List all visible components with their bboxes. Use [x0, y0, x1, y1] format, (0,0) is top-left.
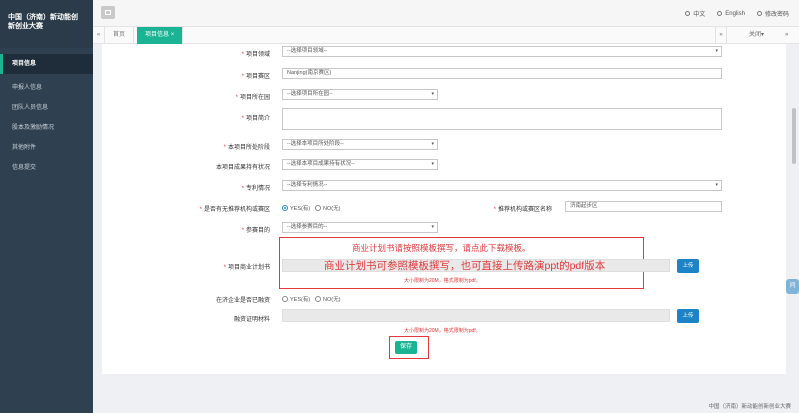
lang-en-link[interactable]: English: [717, 9, 745, 18]
holding-label: 本项目成果持有状况: [215, 165, 270, 171]
bp-template-link[interactable]: 商业计划书请按照模板撰写，请点此下载模板。: [352, 242, 531, 254]
sidebar-item-team-members[interactable]: 团队人员信息: [0, 98, 93, 118]
radio-unchecked-icon: [315, 205, 321, 211]
tab-project-info-label: 项目信息: [145, 32, 170, 38]
recommend-org-label: * 推荐机构或赛区名称: [493, 207, 552, 213]
tab-scroll-right-button[interactable]: »: [785, 27, 788, 44]
bp-upload-button[interactable]: 上传: [677, 259, 699, 273]
sidebar-item-other-attachments[interactable]: 其他附件: [0, 138, 93, 158]
bp-note: 商业计划书可参照模板撰写，也可直接上传路演ppt的pdf版本: [324, 260, 606, 272]
purpose-select[interactable]: --选择参赛目的-- ▾: [282, 222, 438, 233]
brand-line-2: 新创业大赛: [8, 23, 43, 30]
tab-home[interactable]: 首页: [105, 27, 135, 44]
brand-line-1: 中国（济南）新动能创: [8, 14, 78, 21]
scrollbar-thumb[interactable]: [792, 108, 796, 164]
financing-yes-radio[interactable]: YES(有): [282, 295, 310, 303]
financing-label: 在济企业是否已融资: [215, 298, 270, 304]
proof-size-hint: 大小限制为20M，格式限制为pdf。: [404, 328, 481, 334]
help-float-icon[interactable]: 问: [786, 279, 799, 294]
lock-icon: [756, 11, 762, 16]
financing-no-radio[interactable]: NO(无): [315, 295, 340, 303]
recommend-org-input[interactable]: 济南起步区: [565, 201, 722, 212]
holding-select[interactable]: --选择本项目成果持有状况-- ▾: [282, 159, 438, 170]
sidebar-toggle-button[interactable]: [101, 6, 115, 19]
location-select[interactable]: --选择项目所在园-- ▾: [282, 89, 438, 100]
close-icon[interactable]: ×: [171, 32, 175, 38]
field-label: * 项目领域: [241, 52, 270, 58]
recommend-no-radio[interactable]: NO(无): [315, 204, 340, 212]
page-scrollbar[interactable]: [792, 44, 796, 374]
lang-cn-link[interactable]: 中文: [685, 9, 705, 18]
tab-project-info[interactable]: 项目信息 ×: [137, 27, 184, 44]
tab-prev-button[interactable]: «: [93, 27, 105, 44]
patent-label: * 专利情况: [241, 186, 270, 192]
recommend-label: * 是否有无推荐机构或赛区: [199, 207, 270, 213]
region-label: * 项目赛区: [241, 74, 270, 80]
field-select[interactable]: --选择项目领域-- ▾: [282, 46, 722, 57]
proof-file-box[interactable]: [282, 309, 670, 322]
proof-label: 融资证明材料: [233, 317, 270, 323]
tab-bar: « 首页 项目信息 × » 关闭▾ »: [93, 27, 799, 44]
close-tabs-menu[interactable]: 关闭▾: [749, 27, 764, 44]
sidebar-item-project-info[interactable]: 项目信息: [0, 54, 93, 74]
radio-unchecked-icon: [315, 296, 321, 302]
intro-label: * 项目简介: [241, 116, 270, 122]
sidebar: 中国（济南）新动能创 新创业大赛 项目信息 申报人信息 团队人员信息 股本及激励…: [0, 0, 93, 413]
change-password-label: 修改密码: [764, 12, 789, 18]
proof-upload-button[interactable]: 上传: [677, 309, 699, 323]
brand: 中国（济南）新动能创 新创业大赛: [0, 0, 93, 48]
top-bar: 中文 English 修改密码: [93, 0, 799, 27]
sidebar-item-equity-incentive[interactable]: 股本及激励情况: [0, 118, 93, 138]
globe-icon: [717, 11, 723, 16]
radio-unchecked-icon: [282, 296, 288, 302]
bp-label: * 项目商业计划书: [223, 265, 270, 271]
lang-en-label: English: [725, 10, 745, 17]
region-select[interactable]: Nanjing(南京赛区): [282, 68, 722, 79]
sidebar-item-submit-info[interactable]: 信息提交: [0, 158, 93, 178]
radio-checked-icon: [282, 205, 288, 211]
location-label: * 项目所在园: [235, 95, 270, 101]
change-password-link[interactable]: 修改密码: [756, 9, 789, 18]
globe-icon: [685, 11, 691, 16]
purpose-label: * 参赛目的: [241, 228, 270, 234]
bp-size-hint: 大小限制为20M，格式限制为pdf。: [404, 278, 481, 284]
sidebar-item-applicant-info[interactable]: 申报人信息: [0, 78, 93, 98]
intro-textarea[interactable]: [282, 108, 722, 130]
tab-next-button[interactable]: »: [715, 27, 727, 44]
menu-icon: [105, 10, 111, 15]
recommend-yes-radio[interactable]: YES(有): [282, 204, 310, 212]
save-button[interactable]: 保存: [395, 341, 417, 354]
form-panel: * 项目领域 --选择项目领域-- ▾ * 项目赛区 Nanjing(南京赛区) * 项…: [102, 44, 786, 374]
patent-select[interactable]: --选择专利情况-- ▾: [282, 180, 722, 191]
footer-text: 中国（济南）新动能创新创业大赛: [708, 404, 791, 410]
stage-label: * 本项目所处阶段: [223, 145, 270, 151]
stage-select[interactable]: --选择本项目所处阶段-- ▾: [282, 139, 438, 150]
lang-cn-label: 中文: [693, 12, 706, 18]
